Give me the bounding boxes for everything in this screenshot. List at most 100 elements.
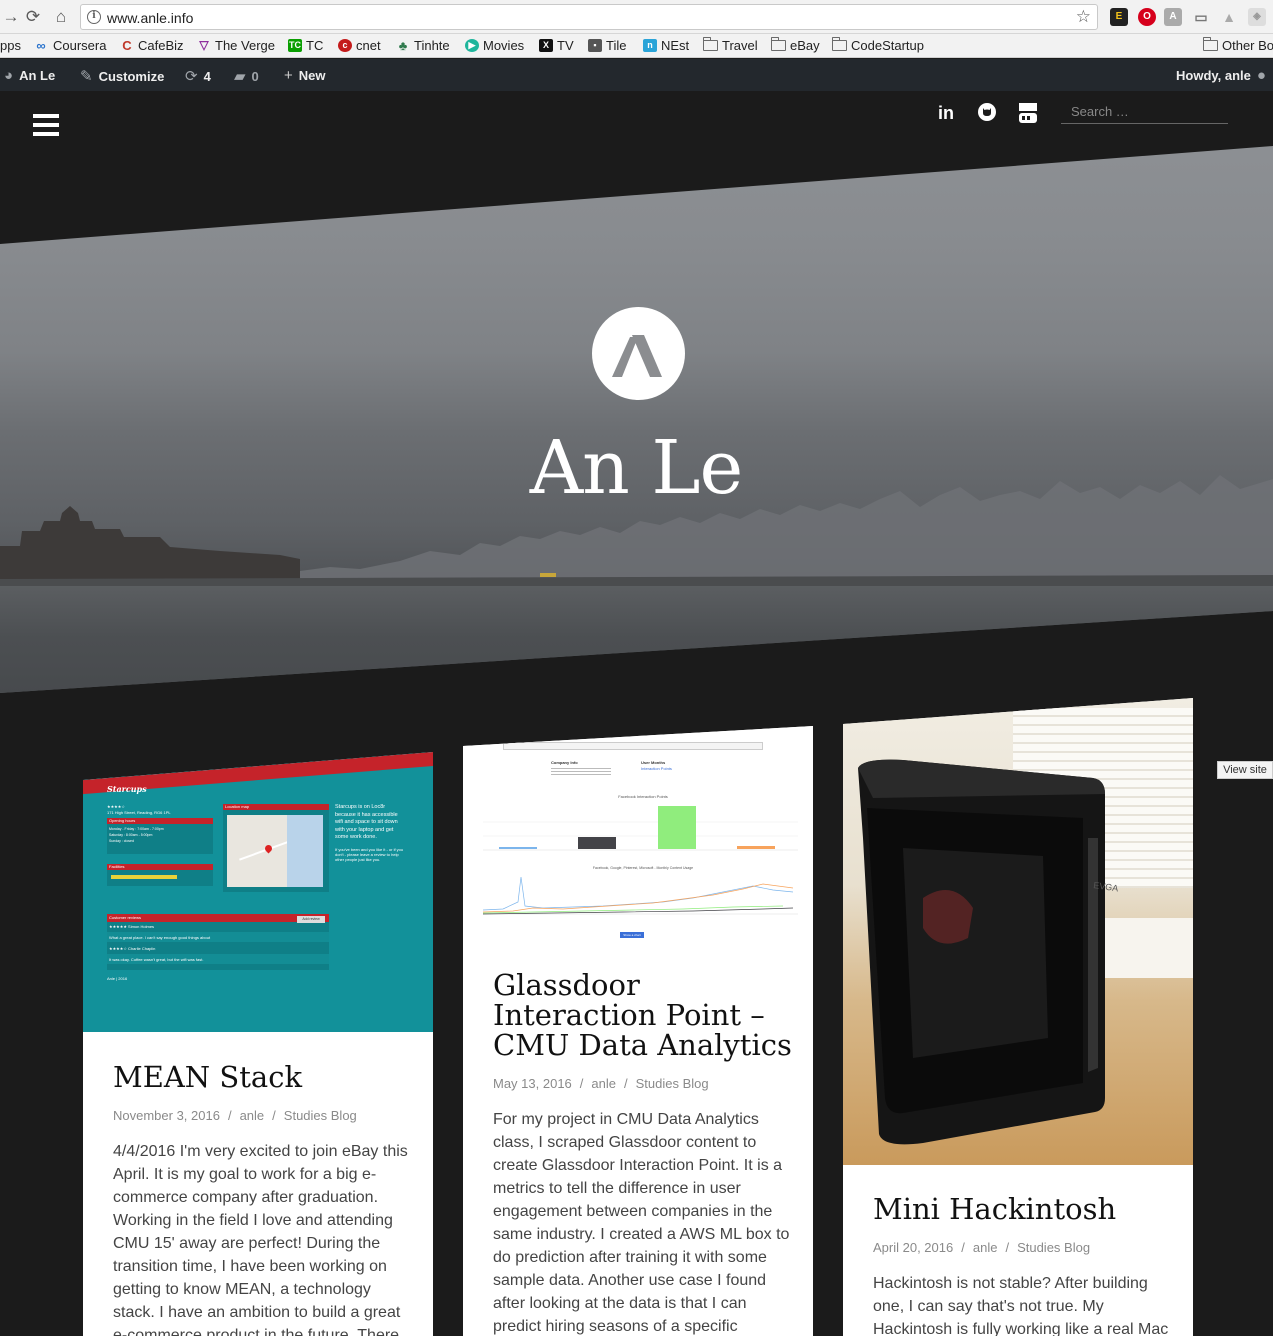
post-category[interactable]: Studies Blog	[1017, 1240, 1090, 1255]
bookmark-star-icon[interactable]: ☆	[1076, 7, 1091, 27]
thumb-map-panel: Location map	[223, 804, 329, 892]
post-category[interactable]: Studies Blog	[636, 1076, 709, 1091]
bookmark-label: TV	[557, 38, 574, 53]
extension-icon[interactable]: ◈	[1248, 8, 1266, 26]
thumb-footer: Anle | 2016	[107, 976, 128, 981]
hamburger-menu-button[interactable]	[33, 114, 59, 136]
folder-icon	[831, 37, 847, 51]
drive-icon[interactable]: ▲	[1220, 8, 1238, 26]
post-excerpt: For my project in CMU Data Analytics cla…	[493, 1111, 790, 1335]
thumb-facilities-panel: Facilities	[107, 864, 213, 886]
post-title[interactable]: Glassdoor Interaction Point – CMU Data A…	[493, 970, 793, 1060]
admin-site-name: An Le	[19, 68, 56, 83]
bookmark-label: eBay	[790, 38, 820, 53]
post-author[interactable]: anle	[240, 1108, 265, 1123]
post-author[interactable]: anle	[591, 1076, 616, 1091]
post-title[interactable]: Mini Hackintosh	[873, 1194, 1173, 1224]
bookmark-label: The Verge	[215, 38, 275, 53]
post-date[interactable]: April 20, 2016	[873, 1240, 953, 1255]
map-image	[227, 815, 323, 887]
cast-icon[interactable]: ▭	[1192, 8, 1210, 26]
bookmark-label: CodeStartup	[851, 38, 924, 53]
bookmark-nest[interactable]: n NEst	[643, 38, 689, 53]
thumb-bar	[737, 846, 775, 849]
bookmark-coursera[interactable]: ∞ Coursera	[33, 38, 106, 53]
site-title[interactable]: An Le	[436, 425, 836, 511]
post-card-mean-stack[interactable]: Starcups ★★★★☆ 171 High Street, Reading,…	[83, 752, 433, 1336]
thumb-hours-line: Saturday : 8:00am - 5:00pm	[109, 833, 153, 837]
brush-icon: ✎	[80, 68, 93, 85]
bookmark-label: CafeBiz	[138, 38, 184, 53]
thumb-review-author: ★★★★☆ Charlie Chaplin	[109, 946, 156, 951]
bookmark-folder-travel[interactable]: Travel	[702, 37, 758, 53]
admin-account-link[interactable]: Howdy, anle ●	[1176, 67, 1266, 84]
admin-customize-link[interactable]: ✎ Customize	[80, 67, 164, 85]
admin-comments-link[interactable]: ▰ 0	[234, 67, 259, 85]
back-icon[interactable]: →	[0, 6, 22, 28]
youtube-icon[interactable]	[1017, 102, 1039, 124]
linkedin-icon[interactable]: in	[935, 102, 957, 124]
bookmark-label: Coursera	[53, 38, 107, 53]
bookmark-cnet[interactable]: c cnet	[338, 38, 381, 53]
search-input[interactable]	[1061, 100, 1228, 124]
thumb-brand: Starcups	[107, 784, 147, 794]
plus-icon: +	[284, 67, 293, 84]
nest-icon: n	[643, 39, 657, 52]
site-logo[interactable]	[592, 307, 685, 400]
play-icon: ▶	[465, 39, 479, 52]
post-card-glassdoor[interactable]: Company Info User Months Interaction Poi…	[463, 726, 813, 1336]
bookmark-folder-codestartup[interactable]: CodeStartup	[831, 37, 924, 53]
bookmark-tc[interactable]: TC TC	[288, 38, 323, 53]
map-water	[287, 815, 323, 887]
bookmark-label: TC	[306, 38, 324, 53]
admin-updates-link[interactable]: ⟳ 4	[185, 67, 211, 85]
post-category[interactable]: Studies Blog	[284, 1108, 357, 1123]
reload-icon[interactable]: ⟳	[22, 6, 44, 28]
bookmark-folder-other[interactable]: Other Bo	[1202, 37, 1273, 53]
home-icon[interactable]: ⌂	[50, 6, 72, 28]
bookmark-tinhte[interactable]: ♣ Tinhte	[396, 38, 450, 53]
bookmark-movies[interactable]: ▶ Movies	[465, 38, 524, 53]
thumb-facility-tags	[111, 875, 177, 879]
post-date[interactable]: November 3, 2016	[113, 1108, 220, 1123]
folder-icon	[1202, 37, 1218, 51]
coursera-icon: ∞	[36, 38, 46, 53]
admin-new-link[interactable]: + New	[284, 67, 326, 84]
bookmark-cafebiz[interactable]: C CafeBiz	[120, 38, 184, 53]
thumb-rating: ★★★★☆	[107, 804, 125, 809]
address-bar[interactable]: i www.anle.info ☆	[80, 4, 1098, 30]
url-text[interactable]: www.anle.info	[107, 10, 193, 26]
post-author[interactable]: anle	[973, 1240, 998, 1255]
thumb-hours-line: Sunday : closed	[109, 839, 134, 843]
bookmark-tv[interactable]: X TV	[539, 38, 574, 53]
thumb-bar	[499, 847, 537, 849]
browser-toolbar: → ⟳ ⌂ i www.anle.info ☆ E O A ▭ ▲ ◈	[0, 0, 1273, 34]
thumb-sidebar-text: Starcups is on Loc8r because it has acce…	[335, 804, 398, 840]
bookmark-label: Travel	[722, 38, 758, 53]
meta-separator: /	[272, 1108, 276, 1123]
post-thumbnail[interactable]: Starcups ★★★★☆ 171 High Street, Reading,…	[83, 752, 433, 1032]
info-icon[interactable]: i	[87, 10, 101, 24]
bookmark-apps[interactable]: pps	[0, 38, 21, 53]
admin-site-link[interactable]: ◕ An Le	[4, 67, 55, 84]
post-thumbnail[interactable]: Company Info User Months Interaction Poi…	[463, 726, 813, 946]
github-icon[interactable]	[976, 102, 998, 124]
bookmark-label: Movies	[483, 38, 525, 53]
techcrunch-icon: TC	[288, 39, 302, 52]
thumb-review-text: What a great place. I can't say enough g…	[107, 932, 329, 942]
thumb-line-chart	[482, 876, 798, 915]
map-pin-icon	[263, 843, 274, 854]
post-title[interactable]: MEAN Stack	[113, 1062, 413, 1092]
bookmark-the-verge[interactable]: ▽ The Verge	[197, 38, 275, 53]
bookmark-folder-ebay[interactable]: eBay	[770, 37, 820, 53]
post-date[interactable]: May 13, 2016	[493, 1076, 572, 1091]
extension-icon[interactable]: A	[1164, 8, 1182, 26]
post-thumbnail[interactable]: EVGA	[843, 698, 1193, 1165]
post-meta: May 13, 2016 / anle / Studies Blog	[493, 1076, 709, 1091]
bookmark-label: NEst	[661, 38, 690, 53]
post-card-hackintosh[interactable]: EVGA Mini Hackintosh April 20, 2016 / anle…	[843, 698, 1193, 1336]
extension-evernote-icon[interactable]: E	[1110, 8, 1128, 26]
thumb-user-months: User Months	[641, 760, 666, 765]
bookmark-tile[interactable]: ▪ Tile	[588, 38, 626, 53]
extension-opera-icon[interactable]: O	[1138, 8, 1156, 26]
